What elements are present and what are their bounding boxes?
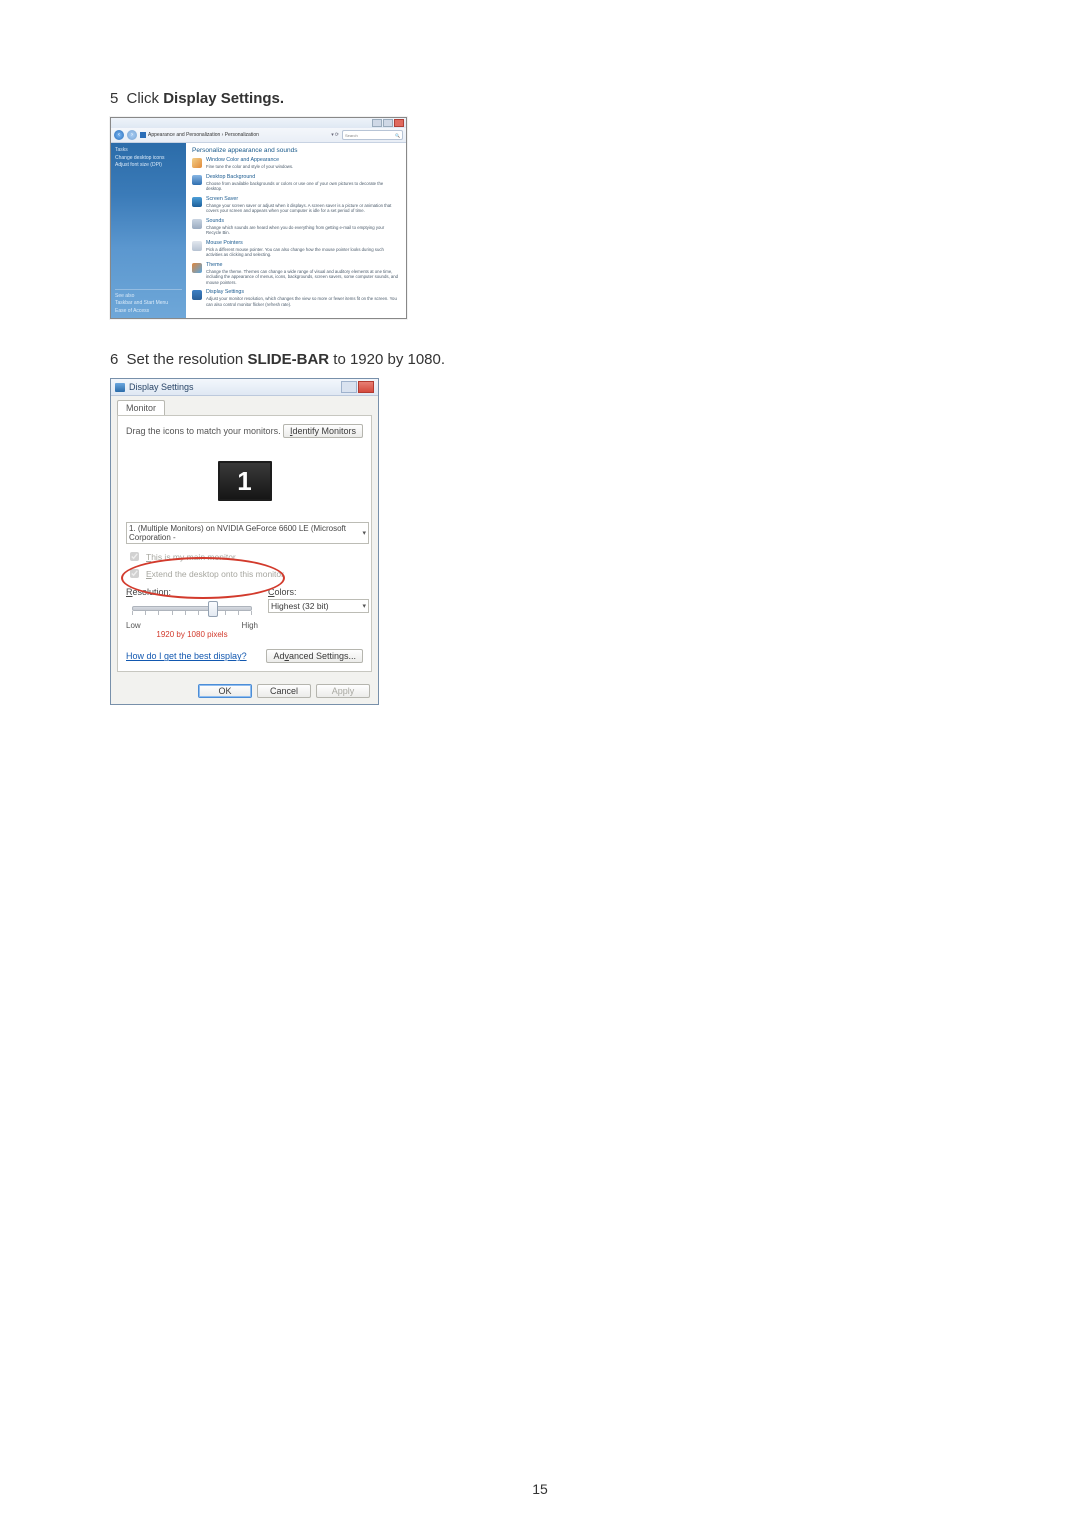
sounds-icon [192,219,202,229]
dialog-title: Display Settings [129,382,341,392]
step-6-number: 6 [110,351,118,368]
display-settings-desc: Adjust your monitor resolution, which ch… [206,296,400,307]
step-6-bold: SLIDE-BAR [247,351,329,368]
close-button[interactable] [394,119,404,127]
monitor-thumbnail-1[interactable]: 1 [218,461,272,501]
display-settings-link[interactable]: Display Settings [206,290,400,295]
minimize-button[interactable] [372,119,382,127]
panel-heading: Personalize appearance and sounds [192,147,400,154]
chevron-down-icon: ▾ [362,602,366,610]
tab-monitor[interactable]: Monitor [117,400,165,415]
help-link[interactable]: How do I get the best display? [126,651,247,661]
display-settings-dialog: Display Settings Monitor Drag the icons … [110,378,379,705]
screensaver-desc: Change your screen saver or adjust when … [206,203,400,214]
drag-instruction: Drag the icons to match your monitors. [126,426,281,436]
screensaver-icon [192,197,202,207]
sidebar-tasks-label: Tasks [115,147,182,154]
identify-monitors-button[interactable]: IIdentify Monitorsdentify Monitors [283,424,363,438]
step-5-pretext: Click [127,90,164,107]
advanced-settings-button[interactable]: Advanced Settings...Advanced Settings... [266,649,363,663]
desktop-bg-link[interactable]: Desktop Background [206,175,400,180]
extend-desktop-checkbox: Extend the desktop onto this monitor Ext… [126,566,363,581]
resolution-value-annotation: 1920 by 1080 pixels [126,630,258,639]
theme-icon [192,263,202,273]
window-color-icon [192,158,202,168]
window-color-link[interactable]: Window Color and Appearance [206,158,400,163]
mouse-pointer-link[interactable]: Mouse Pointers [206,241,400,246]
step-6-posttext: to 1920 by 1080. [329,351,445,368]
sidebar-item[interactable]: Adjust font size (DPI) [115,162,182,169]
sounds-desc: Change which sounds are heard when you d… [206,225,400,236]
colors-select[interactable]: Highest (32 bit) ▾ [268,599,369,613]
display-settings-icon [192,290,202,300]
sidebar-item[interactable]: Change desktop icons [115,155,182,162]
window-color-desc: Fine tune the color and style of your wi… [206,164,400,169]
sounds-link[interactable]: Sounds [206,219,400,224]
resolution-slider-thumb[interactable] [208,601,218,617]
main-monitor-checkbox-input [130,552,139,561]
breadcrumb-dd-icon[interactable]: ▾ [331,132,334,138]
cancel-button[interactable]: Cancel [257,684,311,698]
resolution-label: Resolution:Resolution: [126,587,258,597]
main-monitor-checkbox: This is my main monitor This is my main … [126,549,363,564]
search-input[interactable]: Search 🔍 [342,130,403,140]
chevron-down-icon: ▾ [362,529,366,537]
extend-desktop-checkbox-input [130,569,139,578]
sidebar-seealso-label: See also [115,293,182,300]
monitor-select[interactable]: 1. (Multiple Monitors) on NVIDIA GeForce… [126,522,369,544]
step-6-text: 6 Set the resolution SLIDE-BAR to 1920 b… [110,351,970,368]
theme-link[interactable]: Theme [206,263,400,268]
breadcrumb-bar: ‹ › Appearance and Personalization › Per… [111,128,406,143]
monitor-select-value: 1. (Multiple Monitors) on NVIDIA GeForce… [129,524,362,542]
sidebar-item[interactable]: Taskbar and Start Menu [115,300,182,307]
colors-value: Highest (32 bit) [271,601,329,611]
mouse-pointer-icon [192,241,202,251]
back-button[interactable]: ‹ [114,130,124,140]
dialog-help-button[interactable] [341,381,357,393]
dialog-titlebar: Display Settings [111,379,378,396]
ok-button[interactable]: OK [198,684,252,698]
breadcrumb-text: Appearance and Personalization › Persona… [148,132,259,138]
dialog-close-button[interactable] [358,381,374,393]
resolution-slider[interactable] [126,599,258,623]
theme-desc: Change the theme. Themes can change a wi… [206,269,400,285]
apply-button: Apply [316,684,370,698]
sidebar: Tasks Change desktop icons Adjust font s… [111,143,186,318]
control-panel-icon [140,132,146,138]
step-5-number: 5 [110,90,118,107]
step-5-bold: Display Settings. [163,90,284,107]
maximize-button[interactable] [383,119,393,127]
window-titlebar [111,118,406,128]
main-panel: Personalize appearance and sounds Window… [186,143,406,318]
step-5-text: 5 Click Display Settings. [110,90,970,107]
breadcrumb[interactable]: Appearance and Personalization › Persona… [140,132,328,138]
search-placeholder: Search [345,133,358,138]
step-6-pretext: Set the resolution [127,351,248,368]
colors-label: Colors:Colors: [268,587,363,597]
sidebar-item[interactable]: Ease of Access [115,308,182,315]
screensaver-link[interactable]: Screen Saver [206,197,400,202]
monitor-preview-area[interactable]: 1 [126,446,363,516]
refresh-icon[interactable]: ⟳ [335,132,339,138]
mouse-pointer-desc: Pick a different mouse pointer. You can … [206,247,400,258]
desktop-bg-icon [192,175,202,185]
forward-button[interactable]: › [127,130,137,140]
desktop-bg-desc: Choose from available backgrounds or col… [206,181,400,192]
dialog-title-icon [115,383,125,392]
page-number: 15 [0,1481,1080,1497]
personalization-window: ‹ › Appearance and Personalization › Per… [110,117,407,319]
search-icon: 🔍 [395,133,400,138]
